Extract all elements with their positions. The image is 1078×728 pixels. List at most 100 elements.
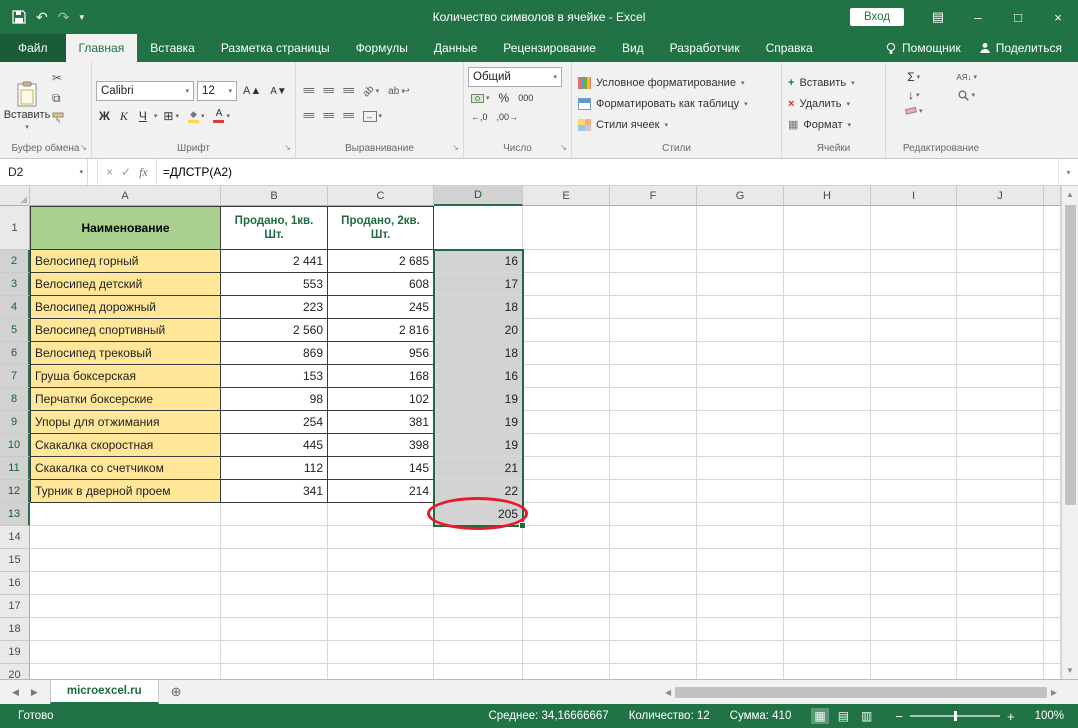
cell-D3[interactable]: 17 [434, 273, 523, 296]
cell-B10[interactable]: 445 [221, 434, 328, 457]
cell-E6[interactable] [523, 342, 610, 365]
align-middle-button[interactable]: ≡≡ [320, 84, 337, 98]
cell-A7[interactable]: Груша боксерская [30, 365, 221, 388]
cell-H20[interactable] [784, 664, 871, 679]
cell-A5[interactable]: Велосипед спортивный [30, 319, 221, 342]
cell-C19[interactable] [328, 641, 434, 664]
conditional-formatting-button[interactable]: Условное форматирование▾ [576, 73, 777, 93]
cell-H16[interactable] [784, 572, 871, 595]
cell-G2[interactable] [697, 250, 784, 273]
cell-A11[interactable]: Скакалка со счетчиком [30, 457, 221, 480]
cell-D2[interactable]: 16 [434, 250, 523, 273]
cell-A13[interactable] [30, 503, 221, 526]
cell-C12[interactable]: 214 [328, 480, 434, 503]
cell-F16[interactable] [610, 572, 697, 595]
cell-H12[interactable] [784, 480, 871, 503]
cell-D14[interactable] [434, 526, 523, 549]
tab-file[interactable]: Файл [0, 34, 66, 62]
dialog-launcher-icon[interactable]: ↘ [560, 141, 567, 155]
cell-I11[interactable] [871, 457, 957, 480]
cell-K16[interactable] [1044, 572, 1061, 595]
ribbon-display-options-icon[interactable]: ▤ [918, 0, 958, 34]
cell-I20[interactable] [871, 664, 957, 679]
cell-A6[interactable]: Велосипед трековый [30, 342, 221, 365]
cell-I19[interactable] [871, 641, 957, 664]
cell-B7[interactable]: 153 [221, 365, 328, 388]
cell-E17[interactable] [523, 595, 610, 618]
cell-F3[interactable] [610, 273, 697, 296]
format-as-table-button[interactable]: Форматировать как таблицу▾ [576, 94, 777, 114]
cell-C6[interactable]: 956 [328, 342, 434, 365]
column-header-A[interactable]: A [30, 186, 221, 206]
cell-E4[interactable] [523, 296, 610, 319]
cell-F5[interactable] [610, 319, 697, 342]
cell-D10[interactable]: 19 [434, 434, 523, 457]
cell-F8[interactable] [610, 388, 697, 411]
row-header-9[interactable]: 9 [0, 411, 30, 434]
cell-C13[interactable] [328, 503, 434, 526]
cell-G13[interactable] [697, 503, 784, 526]
cell-D16[interactable] [434, 572, 523, 595]
cell-F9[interactable] [610, 411, 697, 434]
new-sheet-icon[interactable]: ⊕ [159, 680, 194, 704]
insert-function-icon[interactable]: fx [139, 165, 148, 180]
cell-I12[interactable] [871, 480, 957, 503]
cell-C9[interactable]: 381 [328, 411, 434, 434]
cell-E5[interactable] [523, 319, 610, 342]
cell-A15[interactable] [30, 549, 221, 572]
cell-F7[interactable] [610, 365, 697, 388]
cell-H9[interactable] [784, 411, 871, 434]
cell-D12[interactable]: 22 [434, 480, 523, 503]
cell-F20[interactable] [610, 664, 697, 679]
cell-G16[interactable] [697, 572, 784, 595]
cell-B9[interactable]: 254 [221, 411, 328, 434]
cell-E20[interactable] [523, 664, 610, 679]
formula-input[interactable]: =ДЛСТР(A2) [157, 159, 1058, 185]
cell-F6[interactable] [610, 342, 697, 365]
cell-H10[interactable] [784, 434, 871, 457]
select-all-corner[interactable]: ◢ [0, 186, 30, 206]
cell-D8[interactable]: 19 [434, 388, 523, 411]
cell-K20[interactable] [1044, 664, 1061, 679]
maximize-button[interactable]: □ [998, 0, 1038, 34]
cell-C8[interactable]: 102 [328, 388, 434, 411]
cell-I15[interactable] [871, 549, 957, 572]
sort-filter-button[interactable]: АЯ↓▾ [943, 69, 990, 85]
scroll-down-icon[interactable]: ▼ [1062, 662, 1078, 679]
row-header-11[interactable]: 11 [0, 457, 30, 480]
cell-E1[interactable] [523, 206, 610, 250]
cell-I9[interactable] [871, 411, 957, 434]
cell-G18[interactable] [697, 618, 784, 641]
align-bottom-button[interactable]: ≡≡ [340, 84, 357, 98]
wrap-text-button[interactable]: ab↩ [385, 85, 413, 98]
cell-A19[interactable] [30, 641, 221, 664]
tab-page-layout[interactable]: Разметка страницы [208, 34, 343, 62]
row-header-18[interactable]: 18 [0, 618, 30, 641]
cell-H19[interactable] [784, 641, 871, 664]
copy-icon[interactable]: ⧉ [52, 91, 64, 106]
cell-B17[interactable] [221, 595, 328, 618]
row-header-6[interactable]: 6 [0, 342, 30, 365]
horizontal-scroll-thumb[interactable] [675, 687, 1047, 698]
zoom-in-icon[interactable]: + [1007, 709, 1015, 724]
cell-J8[interactable] [957, 388, 1044, 411]
cell-C16[interactable] [328, 572, 434, 595]
cell-I1[interactable] [871, 206, 957, 250]
cell-B20[interactable] [221, 664, 328, 679]
cell-A14[interactable] [30, 526, 221, 549]
column-header-D[interactable]: D [434, 186, 523, 206]
cell-I10[interactable] [871, 434, 957, 457]
zoom-level[interactable]: 100% [1035, 710, 1064, 722]
cell-B5[interactable]: 2 560 [221, 319, 328, 342]
row-header-17[interactable]: 17 [0, 595, 30, 618]
cell-I13[interactable] [871, 503, 957, 526]
cell-B8[interactable]: 98 [221, 388, 328, 411]
cell-I2[interactable] [871, 250, 957, 273]
cell-K15[interactable] [1044, 549, 1061, 572]
tab-review[interactable]: Рецензирование [490, 34, 609, 62]
decrease-decimal-button[interactable]: ,00→ [494, 111, 522, 123]
cell-G19[interactable] [697, 641, 784, 664]
cell-A16[interactable] [30, 572, 221, 595]
format-painter-icon[interactable] [52, 112, 64, 124]
cell-A17[interactable] [30, 595, 221, 618]
